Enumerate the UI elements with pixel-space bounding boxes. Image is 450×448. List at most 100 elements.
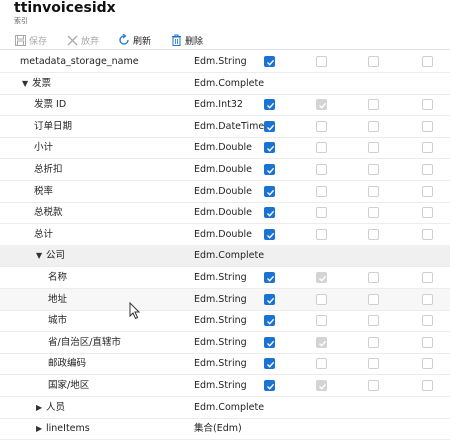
attribute-checkbox[interactable] [316, 358, 327, 370]
attribute-checkbox[interactable] [368, 358, 379, 370]
attribute-checkbox[interactable] [368, 272, 379, 283]
attribute-checkbox[interactable] [264, 120, 275, 132]
attribute-checkbox[interactable] [264, 315, 275, 327]
field-type: Edm.String [194, 293, 247, 305]
attribute-checkbox[interactable] [422, 120, 433, 132]
page-title: ttinvoicesidx [14, 0, 116, 16]
attribute-checkbox[interactable] [422, 207, 433, 219]
attribute-checkbox[interactable] [316, 315, 327, 327]
discard-label: 放弃 [81, 36, 100, 47]
attribute-checkbox[interactable] [368, 315, 379, 327]
attribute-checkbox[interactable] [422, 185, 433, 197]
attribute-checkbox[interactable] [368, 336, 379, 348]
field-name: 订单日期 [34, 116, 72, 137]
table-row[interactable]: 总计 Edm.Double [0, 224, 450, 246]
field-name-label: 总税款 [34, 207, 63, 219]
attribute-checkbox[interactable] [422, 272, 433, 283]
attribute-checkbox[interactable] [368, 99, 379, 111]
attribute-checkbox[interactable] [422, 99, 433, 111]
field-name-label: 人员 [46, 401, 66, 413]
table-row[interactable]: 订单日期 Edm.DateTime [0, 116, 450, 138]
table-row[interactable]: 地址 Edm.String [0, 288, 450, 311]
attribute-checkbox[interactable] [264, 185, 275, 197]
table-row[interactable]: 总折扣 Edm.Double [0, 159, 450, 181]
field-type: Edm.Complete [194, 250, 265, 262]
field-type: Edm.String [194, 358, 247, 370]
attribute-checkbox[interactable] [368, 164, 379, 175]
attribute-checkbox[interactable] [368, 56, 379, 67]
expand-toggle-icon[interactable]: ▶ [36, 397, 46, 418]
discard-button[interactable]: 放弃 [66, 33, 99, 47]
attribute-checkbox[interactable] [422, 228, 433, 240]
field-name-label: 订单日期 [34, 120, 73, 132]
table-row[interactable]: 小计 Edm.Double [0, 137, 450, 160]
attribute-checkbox[interactable] [422, 380, 433, 391]
attribute-checkbox[interactable] [368, 293, 379, 305]
field-name: 地址 [48, 289, 67, 310]
attribute-checkbox[interactable] [316, 228, 327, 240]
delete-label: 删除 [185, 36, 204, 47]
attribute-checkbox[interactable] [368, 185, 379, 197]
attribute-checkbox[interactable] [264, 272, 275, 283]
table-row[interactable]: 邮政编码 Edm.String [0, 353, 450, 376]
attribute-checkbox[interactable] [368, 228, 379, 240]
attribute-checkbox[interactable] [368, 142, 379, 154]
attribute-checkbox[interactable] [422, 164, 433, 175]
attribute-checkbox[interactable] [316, 120, 327, 132]
attribute-checkbox[interactable] [316, 185, 327, 197]
field-type: 集合(Edm) [194, 423, 242, 435]
attribute-checkbox[interactable] [264, 336, 275, 348]
table-row[interactable]: metadata_storage_name Edm.String [0, 51, 450, 73]
table-row[interactable]: 税率 Edm.Double [0, 181, 450, 203]
save-button[interactable]: 保存 [14, 33, 47, 47]
table-row[interactable]: 总税款 Edm.Double [0, 202, 450, 225]
attribute-checkbox[interactable] [264, 56, 275, 67]
collapse-toggle-icon[interactable]: ▼ [36, 245, 46, 266]
table-row[interactable]: 发票 ID Edm.Int32 [0, 94, 450, 117]
attribute-checkbox[interactable] [316, 142, 327, 154]
field-name-label: 省/自治区/直辖市 [48, 336, 121, 348]
field-name-label: 地址 [48, 293, 68, 305]
attribute-checkbox[interactable] [422, 315, 433, 327]
attribute-checkbox[interactable] [422, 358, 433, 370]
attribute-checkbox[interactable] [368, 120, 379, 132]
attribute-checkbox[interactable] [422, 56, 433, 67]
attribute-checkbox[interactable] [422, 142, 433, 154]
attribute-checkbox[interactable] [422, 336, 433, 348]
attribute-checkbox[interactable] [264, 358, 275, 370]
collapse-toggle-icon[interactable]: ▼ [22, 73, 32, 94]
save-label: 保存 [29, 36, 48, 47]
table-row[interactable]: ▶ 人员 Edm.Complete [0, 397, 450, 419]
field-name-label: 名称 [48, 272, 68, 283]
attribute-checkbox[interactable] [316, 164, 327, 175]
attribute-checkbox[interactable] [368, 380, 379, 391]
attribute-checkbox[interactable] [368, 207, 379, 219]
table-row[interactable]: 名称 Edm.String [0, 267, 450, 289]
attribute-checkbox[interactable] [264, 164, 275, 175]
attribute-checkbox[interactable] [264, 142, 275, 154]
field-name-label: 税率 [34, 185, 54, 197]
table-row[interactable]: ▶ lineItems 集合(Edm) [0, 418, 450, 441]
attribute-checkbox[interactable] [264, 99, 275, 111]
attribute-checkbox[interactable] [422, 293, 433, 305]
table-row[interactable]: 城市 Edm.String [0, 310, 450, 333]
field-name-label: 总计 [34, 228, 54, 240]
delete-button[interactable]: 删除 [170, 33, 203, 47]
attribute-checkbox[interactable] [316, 293, 327, 305]
field-name: 省/自治区/直辖市 [48, 332, 121, 353]
refresh-button[interactable]: 刷新 [118, 33, 151, 47]
table-row[interactable]: 国家/地区 Edm.String [0, 375, 450, 397]
expand-toggle-icon[interactable]: ▶ [36, 418, 46, 439]
field-name-label: metadata_storage_name [20, 56, 139, 67]
table-row[interactable]: 省/自治区/直辖市 Edm.String [0, 332, 450, 354]
attribute-checkbox[interactable] [264, 380, 275, 391]
toolbar: 保存 放弃 刷新 删除 [0, 31, 450, 50]
table-row[interactable]: ▼ 发票 Edm.Complete [0, 73, 450, 95]
attribute-checkbox[interactable] [316, 56, 327, 67]
attribute-checkbox[interactable] [264, 228, 275, 240]
attribute-checkbox[interactable] [264, 293, 275, 305]
attribute-checkbox[interactable] [264, 207, 275, 219]
attribute-checkbox[interactable] [316, 207, 327, 219]
field-name: 总计 [34, 224, 53, 245]
table-row[interactable]: ▼ 公司 Edm.Complete [0, 245, 450, 268]
